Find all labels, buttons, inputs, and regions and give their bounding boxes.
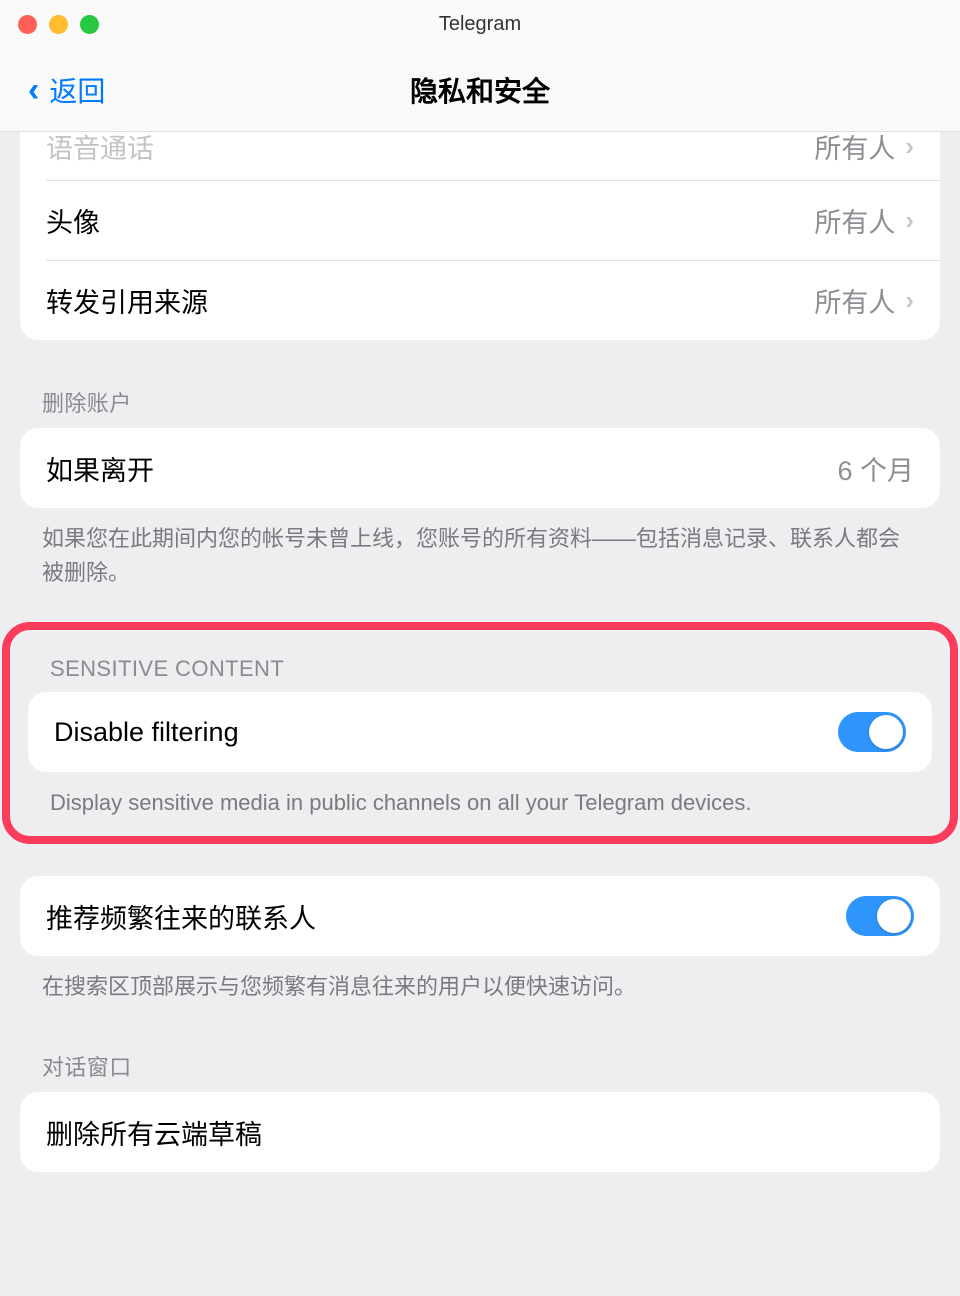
window-close-button[interactable] [18, 15, 37, 34]
section-header-sensitive: SENSITIVE CONTENT [28, 642, 932, 692]
row-value: 所有人 [814, 201, 895, 240]
section-footer-sensitive: Display sensitive media in public channe… [28, 772, 932, 820]
row-label: 头像 [46, 201, 100, 240]
delete-drafts-row[interactable]: 删除所有云端草稿 [20, 1092, 940, 1172]
chevron-right-icon: › [905, 132, 914, 162]
row-label: 删除所有云端草稿 [46, 1113, 262, 1152]
delete-account-section: 删除账户 如果离开 6 个月 如果您在此期间内您的帐号未曾上线，您账号的所有资料… [20, 372, 940, 590]
suggest-contacts-row[interactable]: 推荐频繁往来的联系人 [20, 876, 940, 956]
back-label: 返回 [49, 70, 105, 110]
row-value: 所有人 [814, 132, 895, 166]
suggest-contacts-section: 推荐频繁往来的联系人 在搜索区顶部展示与您频繁有消息往来的用户以便快速访问。 [20, 876, 940, 1004]
chat-window-card: 删除所有云端草稿 [20, 1092, 940, 1172]
privacy-row-voice-calls[interactable]: 语音通话 所有人 › [20, 132, 940, 180]
settings-content: 语音通话 所有人 › 头像 所有人 › 转发引用来源 所有人 › [0, 132, 960, 1296]
navigation-bar: ‹ 返回 隐私和安全 [0, 48, 960, 132]
row-value-group: 所有人 › [814, 281, 914, 320]
row-value-group: 6 个月 [837, 449, 914, 488]
privacy-card: 语音通话 所有人 › 头像 所有人 › 转发引用来源 所有人 › [20, 132, 940, 340]
privacy-row-forward-source[interactable]: 转发引用来源 所有人 › [20, 260, 940, 340]
disable-filtering-toggle[interactable] [838, 712, 906, 752]
row-label: 如果离开 [46, 449, 154, 488]
page-title: 隐私和安全 [410, 70, 550, 110]
section-footer-delete-account: 如果您在此期间内您的帐号未曾上线，您账号的所有资料——包括消息记录、联系人都会被… [20, 508, 940, 590]
row-value: 6 个月 [837, 449, 914, 488]
suggest-contacts-card: 推荐频繁往来的联系人 [20, 876, 940, 956]
suggest-contacts-toggle[interactable] [846, 896, 914, 936]
row-value-group: 所有人 › [814, 201, 914, 240]
delete-account-row[interactable]: 如果离开 6 个月 [20, 428, 940, 508]
back-button[interactable]: ‹ 返回 [28, 70, 105, 110]
disable-filtering-row[interactable]: Disable filtering [28, 692, 932, 772]
window-title: Telegram [439, 13, 521, 36]
window-minimize-button[interactable] [49, 15, 68, 34]
sensitive-card: Disable filtering [28, 692, 932, 772]
row-label: 推荐频繁往来的联系人 [46, 897, 316, 936]
window-maximize-button[interactable] [80, 15, 99, 34]
chat-window-section: 对话窗口 删除所有云端草稿 [20, 1036, 940, 1172]
row-value: 所有人 [814, 281, 895, 320]
traffic-lights [18, 15, 99, 34]
privacy-section: 语音通话 所有人 › 头像 所有人 › 转发引用来源 所有人 › [20, 132, 940, 340]
row-label: 语音通话 [46, 132, 154, 166]
chevron-left-icon: ‹ [28, 73, 39, 107]
row-label: 转发引用来源 [46, 281, 208, 320]
chevron-right-icon: › [905, 205, 914, 236]
window-titlebar: Telegram [0, 0, 960, 48]
section-footer-suggest: 在搜索区顶部展示与您频繁有消息往来的用户以便快速访问。 [20, 956, 940, 1004]
delete-account-card: 如果离开 6 个月 [20, 428, 940, 508]
privacy-row-profile-photo[interactable]: 头像 所有人 › [20, 180, 940, 260]
row-value-group: 所有人 › [814, 132, 914, 166]
section-header-chat-window: 对话窗口 [20, 1036, 940, 1092]
section-header-delete-account: 删除账户 [20, 372, 940, 428]
chevron-right-icon: › [905, 285, 914, 316]
sensitive-content-highlight: SENSITIVE CONTENT Disable filtering Disp… [2, 622, 958, 844]
row-label: Disable filtering [54, 717, 239, 748]
